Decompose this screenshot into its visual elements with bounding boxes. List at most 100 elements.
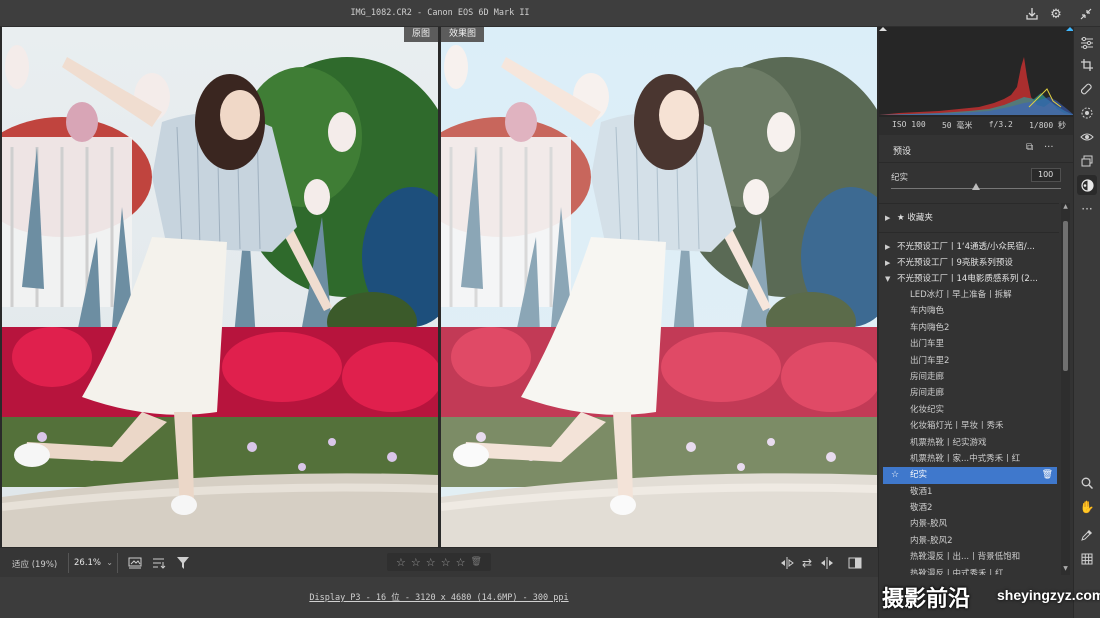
star-icon[interactable]: ☆ (396, 556, 406, 569)
crop-icon[interactable] (1077, 55, 1097, 75)
after-photo[interactable]: 效果图 (441, 27, 877, 547)
star-icon[interactable]: ☆ (426, 556, 436, 569)
image-viewer[interactable]: 原图 效果图 (0, 27, 878, 547)
rating-stars[interactable]: ☆ ☆ ☆ ☆ ☆ 🗑 (387, 553, 491, 571)
preset-group[interactable]: ▶ 不光预设工厂丨9亮肤系列预设 (879, 255, 1059, 271)
expand-arrow-icon: ▶ (885, 243, 891, 251)
save-image-icon[interactable] (1022, 4, 1042, 24)
delete-preset-icon[interactable]: 🗑 (1042, 467, 1053, 483)
bottom-toolbar: 适应 (19%) 26.1% ⌄ ☆ ☆ ☆ ☆ ☆ 🗑 ⇄ (0, 547, 878, 577)
edit-sliders-icon[interactable] (1077, 33, 1097, 53)
preset-item[interactable]: 敬酒2 (879, 500, 1059, 516)
preset-list-scrollbar[interactable]: ▲ ▼ (1061, 203, 1070, 575)
preset-list: ▶ ★ 收藏夹 ▶ 不光预设工厂丨1‘4通透/小众民宿/... ▶ 不光预设工厂丨9亮… (879, 203, 1059, 575)
zoom-level-dropdown[interactable]: 26.1% ⌄ (68, 553, 118, 573)
preset-amount: 纪实 100 (879, 163, 1074, 197)
preset-item-selected[interactable]: ☆ 纪实 🗑 (883, 467, 1057, 484)
preset-group[interactable]: ▼ 不光预设工厂丨14电影质感系列 (2... (879, 271, 1059, 287)
preset-group-label: 不光预设工厂丨1‘4通透/小众民宿/... (897, 242, 1035, 252)
iso-value: ISO 100 (892, 120, 926, 129)
watermark: 摄影前沿 sheyingzyz.com (880, 581, 1100, 612)
favorites-label: 收藏夹 (907, 213, 933, 223)
after-label: 效果图 (441, 27, 485, 42)
more-tools-icon[interactable]: ··· (1077, 199, 1097, 219)
preset-item[interactable]: LED冰灯丨早上准备丨拆解 (879, 287, 1059, 303)
flip-view-icon[interactable] (778, 554, 796, 572)
scroll-down-icon[interactable]: ▼ (1061, 565, 1070, 575)
preset-item[interactable]: 出门车里 (879, 336, 1059, 352)
preset-item-label: 纪实 (910, 470, 928, 481)
scroll-up-icon[interactable]: ▲ (1061, 203, 1070, 213)
expand-arrow-icon: ▶ (885, 259, 891, 267)
preset-item[interactable]: 房间走廊 (879, 369, 1059, 385)
filter-icon[interactable] (174, 554, 192, 572)
trash-icon[interactable]: 🗑 (470, 557, 481, 567)
hand-icon[interactable]: ✋ (1077, 497, 1097, 517)
favorite-star-icon[interactable]: ☆ (891, 467, 899, 483)
before-photo[interactable]: 原图 (2, 27, 438, 547)
preset-item[interactable]: 化妆纪实 (879, 402, 1059, 418)
preset-item[interactable]: 车内嗨色 (879, 303, 1059, 319)
grid-icon[interactable] (1077, 549, 1097, 569)
preset-item[interactable]: 内景-胶风2 (879, 533, 1059, 549)
before-after-toggle-icon[interactable] (846, 554, 864, 572)
workflow-options-link[interactable]: Display P3 - 16 位 - 3120 x 4680 (14.6MP)… (0, 591, 878, 603)
preset-item[interactable]: 热靴漫反丨中式秀禾丨红 (879, 566, 1059, 575)
snapshots-icon[interactable] (1077, 151, 1097, 171)
title-bar: IMG_1082.CR2 - Canon EOS 6D Mark II ⚙ (0, 0, 1100, 27)
exif-bar: ISO 100 50 毫米 f/3.2 1/800 秒 (879, 117, 1074, 135)
watermark-cn: 摄影前沿 (882, 586, 971, 612)
preset-group[interactable]: ▶ 不光预设工厂丨1‘4通透/小众民宿/... (879, 239, 1059, 255)
preset-amount-label: 纪实 (891, 173, 909, 183)
eyedropper-icon[interactable] (1077, 525, 1097, 545)
favorites-star-icon: ★ (897, 213, 908, 223)
focal-length-value: 50 毫米 (941, 121, 973, 130)
preset-item[interactable]: 车内嗨色2 (879, 320, 1059, 336)
gear-icon[interactable]: ⚙ (1046, 4, 1066, 24)
camera-raw-window: IMG_1082.CR2 - Canon EOS 6D Mark II ⚙ 原图… (0, 0, 1100, 618)
sort-icon[interactable] (150, 554, 168, 572)
star-icon[interactable]: ☆ (441, 556, 451, 569)
status-line: Display P3 - 16 位 - 3120 x 4680 (14.6MP)… (0, 577, 878, 618)
collapse-icon[interactable] (1076, 4, 1096, 24)
window-title: IMG_1082.CR2 - Canon EOS 6D Mark II (350, 8, 530, 18)
new-preset-icon[interactable]: ⧉ (1026, 142, 1033, 153)
star-icon[interactable]: ☆ (411, 556, 421, 569)
right-panel: ISO 100 50 毫米 f/3.2 1/800 秒 预设 ⧉ ··· 纪实 … (878, 27, 1074, 618)
star-icon[interactable]: ☆ (456, 556, 466, 569)
watermark-en: sheyingzyz.com (997, 587, 1100, 603)
preset-item[interactable]: 房间走廊 (879, 385, 1059, 401)
healing-brush-icon[interactable] (1077, 79, 1097, 99)
preset-amount-input[interactable]: 100 (1031, 168, 1061, 182)
scrollbar-thumb[interactable] (1063, 221, 1068, 371)
preset-item[interactable]: 热靴漫反丨出...丨背景低饱和 (879, 549, 1059, 565)
collapse-arrow-icon: ▼ (885, 275, 891, 283)
preset-amount-slider-thumb[interactable] (972, 183, 980, 190)
masking-icon[interactable] (1077, 103, 1097, 123)
zoom-fit-button[interactable]: 适应 (19%) (12, 558, 57, 570)
swap-icon[interactable]: ⇄ (798, 554, 816, 572)
zoom-icon[interactable] (1077, 473, 1097, 493)
more-options-icon[interactable]: ··· (1044, 142, 1054, 153)
chevron-down-icon: ⌄ (106, 558, 113, 567)
filmstrip-icon[interactable] (126, 554, 144, 572)
preset-group-label: 不光预设工厂丨9亮肤系列预设 (897, 258, 1013, 268)
preset-item[interactable]: 机票热靴丨纪实游戏 (879, 435, 1059, 451)
preset-group-label: 不光预设工厂丨14电影质感系列 (2... (897, 274, 1038, 284)
red-eye-icon[interactable] (1077, 127, 1097, 147)
preset-item[interactable]: 敬酒1 (879, 484, 1059, 500)
preset-item[interactable]: 出门车里2 (879, 353, 1059, 369)
before-label: 原图 (403, 27, 438, 42)
presets-icon[interactable] (1077, 175, 1097, 195)
presets-header: 预设 ⧉ ··· (879, 135, 1074, 163)
preset-item[interactable]: 化妆箱灯光丨早妆丨秀禾 (879, 418, 1059, 434)
expand-arrow-icon: ▶ (885, 214, 891, 222)
favorites-group[interactable]: ▶ ★ 收藏夹 (879, 204, 1059, 232)
aperture-value: f/3.2 (988, 120, 1013, 129)
preset-item[interactable]: 机票热靴丨家...中式秀禾丨红 (879, 451, 1059, 467)
copy-settings-icon[interactable] (818, 554, 836, 572)
tool-strip: ··· ✋ (1073, 27, 1100, 618)
zoom-level-value: 26.1% (74, 558, 102, 568)
preset-item[interactable]: 内景-胶风 (879, 516, 1059, 532)
presets-title: 预设 (893, 147, 912, 157)
